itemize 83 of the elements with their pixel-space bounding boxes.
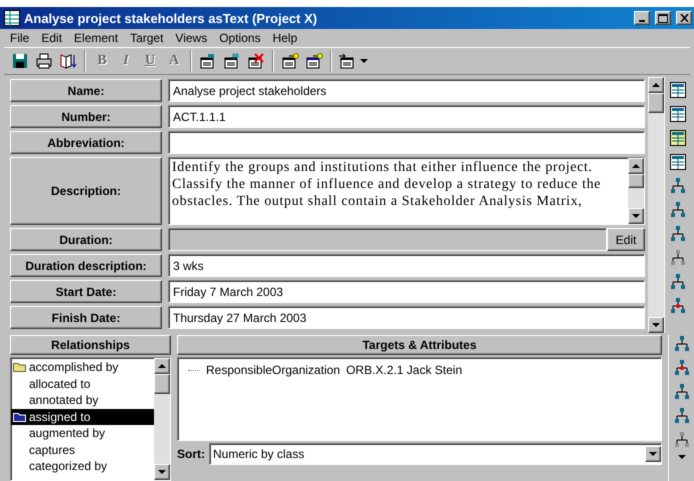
maximize-icon — [658, 14, 668, 22]
relationship-item[interactable]: accomplished by — [11, 359, 154, 376]
relationship-label: augmented by — [29, 426, 106, 440]
description-text: Identify the groups and institutions that either influence the project. Classify the manner of influence and develop a strategy to reduce the obstacles. The output shall contain a Stakeholder Analysis Matrix, — [171, 159, 602, 211]
menu-item[interactable]: Edit — [35, 31, 68, 45]
menu-item[interactable]: File — [4, 31, 36, 45]
down-arrow-icon — [652, 323, 660, 327]
relationship-item[interactable]: assigned to — [11, 408, 154, 425]
hierarchy-icon[interactable] — [668, 225, 686, 243]
relationship-label: assigned to — [29, 410, 90, 424]
text-field[interactable]: Friday 7 March 2003 — [168, 280, 645, 303]
relationships-header: Relationships — [10, 335, 171, 355]
relationship-item[interactable]: allocated to — [11, 376, 154, 392]
duration-field[interactable] — [168, 228, 607, 251]
field-label: Finish Date: — [10, 306, 162, 329]
relationship-label: captures — [29, 442, 76, 457]
field-label: Name: — [10, 79, 162, 102]
menu-item[interactable]: Element — [68, 31, 124, 45]
text-field[interactable]: ACT.1.1.1 — [168, 105, 645, 128]
field-label: Duration: — [10, 228, 162, 251]
down-arrow-icon — [158, 470, 166, 474]
text-field[interactable] — [168, 131, 645, 154]
scroll-thumb[interactable] — [648, 93, 664, 113]
scroll-thumb[interactable] — [628, 174, 644, 188]
dropdown-button[interactable] — [645, 446, 661, 462]
field-label: Duration description: — [10, 254, 162, 277]
window-title: Analyse project stakeholders asText (Project X) — [24, 10, 318, 26]
field-label: Description: — [10, 157, 162, 225]
up-arrow-icon — [632, 164, 640, 168]
close-icon — [680, 14, 688, 22]
relationship-item[interactable]: augmented by — [11, 425, 154, 442]
down-arrow-icon — [678, 455, 686, 459]
scroll-down-button[interactable] — [648, 317, 664, 333]
book-icon — [59, 52, 77, 70]
attribute-text: ResponsibleOrganization — [206, 363, 340, 378]
maximize-button[interactable] — [655, 11, 671, 25]
description-field[interactable] — [168, 157, 645, 225]
window-number-icon — [223, 52, 241, 70]
printer-icon — [35, 52, 53, 70]
relationship-item[interactable]: captures — [11, 442, 154, 458]
sort-label: Sort: — [177, 447, 205, 461]
up-arrow-icon — [652, 83, 660, 87]
relationship-label: annotated by — [29, 393, 98, 408]
tree-icon[interactable] — [668, 177, 686, 195]
text-field[interactable]: 3 wks — [168, 254, 645, 277]
relationship-label: accomplished by — [29, 360, 118, 374]
table-icon — [4, 10, 20, 26]
relationship-item[interactable]: annotated by — [11, 392, 154, 408]
down-arrow-icon — [632, 214, 640, 218]
sort-value: Numeric by class — [213, 447, 304, 461]
scroll-down-button[interactable] — [154, 464, 170, 480]
relationship-item[interactable]: categorized by — [11, 458, 154, 474]
window-add-icon — [199, 52, 217, 70]
down-arrow-icon — [649, 452, 657, 456]
sort-dropdown[interactable]: Numeric by class — [209, 443, 662, 465]
minimize-button[interactable] — [634, 11, 650, 25]
relationship-label: categorized by — [29, 459, 108, 474]
scroll-down-button[interactable] — [628, 208, 644, 224]
scroll-up-button[interactable] — [628, 158, 644, 174]
edit-button[interactable]: Edit — [607, 228, 645, 251]
text-field[interactable]: Thursday 27 March 2003 — [168, 306, 645, 329]
down-arrow-icon — [360, 59, 368, 63]
text-field[interactable]: Analyse project stakeholders — [168, 79, 645, 102]
menu-item[interactable]: Views — [169, 31, 214, 45]
menu-item[interactable]: Help — [266, 31, 304, 45]
up-arrow-icon — [158, 364, 166, 368]
close-button[interactable] — [676, 11, 692, 25]
scroll-up-button[interactable] — [648, 77, 664, 93]
key-icon — [305, 52, 323, 70]
scroll-thumb[interactable] — [154, 374, 170, 394]
targets-header: Targets & Attributes — [177, 335, 662, 355]
field-label: Abbreviation: — [10, 131, 162, 154]
field-label: Number: — [10, 105, 162, 128]
menu-item[interactable]: Options — [213, 31, 267, 45]
relationship-label: allocated to — [29, 376, 90, 391]
target-text: ORB.X.2.1 Jack Stein — [346, 363, 462, 378]
field-label: Start Date: — [10, 280, 162, 303]
scroll-up-button[interactable] — [154, 358, 170, 374]
tree-item[interactable]: ResponsibleOrganization ORB.X.2.1 Jack Stein — [186, 362, 653, 378]
menu-item[interactable]: Target — [124, 31, 170, 45]
key-icon — [281, 52, 299, 70]
window-delete-icon — [247, 52, 265, 70]
table-icon[interactable] — [668, 153, 686, 171]
